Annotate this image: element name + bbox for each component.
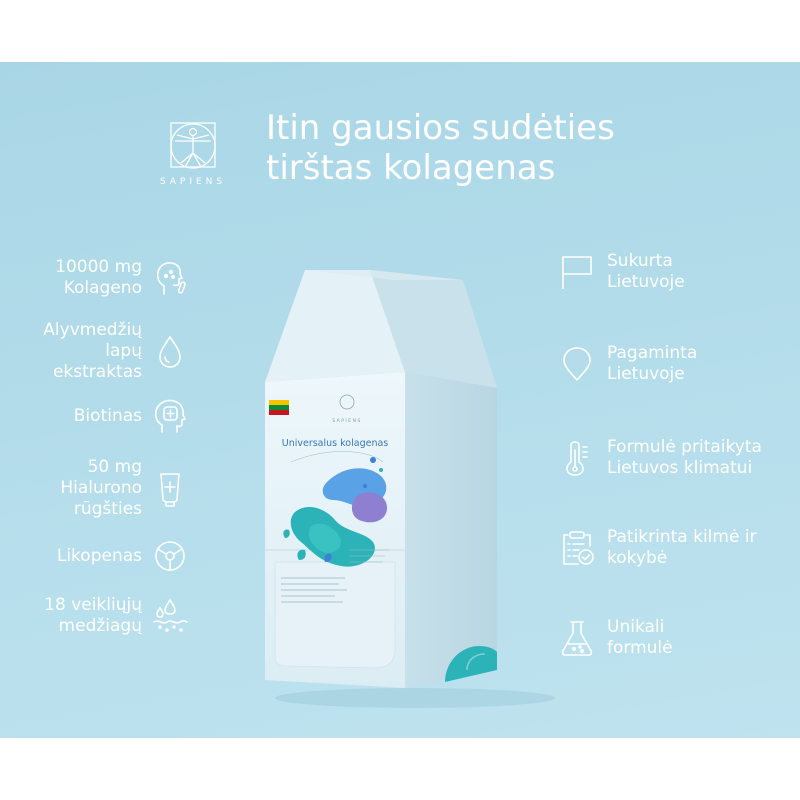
feature-hyaluronic-acid: 50 mg Hialurono rūgšties [60, 457, 192, 520]
thermometer-icon [555, 436, 599, 480]
feature-text: 10000 mg [55, 257, 142, 277]
product-box: SAPIENS Universalus kolagenas [255, 250, 555, 710]
sapiens-logo: SAPIENS [148, 117, 238, 187]
feature-olive-extract: Alyvmedžių lapų ekstraktas [43, 320, 192, 383]
feature-lycopene: Likopenas [57, 534, 192, 578]
drop-icon [148, 330, 192, 374]
feature-text: Lietuvoje [607, 364, 685, 384]
face-profile-icon [148, 256, 192, 300]
feature-unique-formula: Unikali formulė [555, 616, 673, 660]
feature-text: ekstraktas [52, 362, 142, 382]
tube-plus-icon [148, 467, 192, 511]
brand-wordmark: SAPIENS [159, 177, 227, 187]
feature-formula-climate: Formulė pritaikyta Lietuvos klimatui [555, 436, 762, 480]
feature-verified-origin-quality: Patikrinta kilmė ir kokybė [555, 526, 757, 570]
feature-text: rūgšties [73, 499, 142, 519]
feature-text: Kolageno [63, 278, 142, 298]
circle-segments-icon [148, 534, 192, 578]
headline-line-2: tirštas kolagenas [266, 148, 556, 188]
product-poster: SAPIENS Itin gausios sudėties tirštas ko… [0, 62, 800, 738]
skin-drops-icon [148, 594, 192, 638]
feature-text: Patikrinta kilmė ir [607, 527, 757, 547]
headline: Itin gausios sudėties tirštas kolagenas [266, 108, 615, 188]
feature-text: lapų [105, 341, 142, 361]
location-pin-icon [555, 342, 599, 386]
box-brand-text: SAPIENS [332, 418, 362, 424]
feature-created-in-lithuania: Sukurta Lietuvoje [555, 250, 685, 294]
feature-text: 50 mg [87, 457, 142, 477]
vitruvian-man-icon [170, 122, 216, 169]
feature-text: Likopenas [56, 545, 142, 566]
feature-text: Sukurta [607, 251, 673, 271]
flag-icon [555, 250, 599, 294]
head-plus-icon [148, 394, 192, 438]
flask-icon [555, 616, 599, 660]
feature-biotin: Biotinas [74, 394, 192, 438]
feature-active-ingredients: 18 veikliųjų medžiagų [44, 594, 192, 638]
box-product-name: Universalus kolagenas [282, 438, 389, 449]
feature-text: Pagaminta [607, 343, 698, 363]
feature-text: 18 veikliųjų [44, 595, 142, 615]
feature-text: kokybė [607, 548, 668, 568]
feature-text: medžiagų [58, 616, 142, 636]
feature-text: Hialurono [60, 478, 142, 498]
feature-text: Biotinas [73, 405, 142, 426]
feature-made-in-lithuania: Pagaminta Lietuvoje [555, 342, 697, 386]
feature-text: Unikali [607, 617, 665, 637]
feature-text: Formulė pritaikyta [607, 437, 762, 457]
feature-text: Alyvmedžių [43, 320, 142, 340]
feature-text: formulė [607, 638, 673, 658]
clipboard-check-icon [555, 526, 599, 570]
headline-line-1: Itin gausios sudėties [266, 108, 615, 148]
feature-collagen: 10000 mg Kolageno [55, 256, 192, 300]
feature-text: Lietuvoje [607, 272, 685, 292]
feature-text: Lietuvos klimatui [607, 458, 753, 478]
